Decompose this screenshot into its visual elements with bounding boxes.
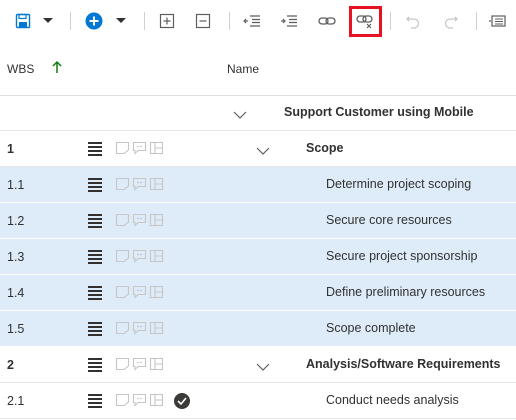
- row-indicators: [115, 141, 164, 160]
- notes-icon[interactable]: [115, 357, 130, 376]
- task-name[interactable]: Support Customer using Mobile: [284, 105, 474, 119]
- comments-icon[interactable]: [132, 177, 147, 196]
- row-menu-icon[interactable]: [88, 286, 102, 300]
- comments-icon[interactable]: [132, 249, 147, 268]
- comments-icon[interactable]: [132, 213, 147, 232]
- table-row[interactable]: 1.4 Define preliminary resources: [0, 275, 516, 311]
- row-indicators: [115, 393, 164, 412]
- toolbar-separator: [70, 12, 71, 30]
- row-indicators: [115, 357, 164, 376]
- toolbar-separator: [476, 12, 477, 30]
- board-icon[interactable]: [149, 285, 164, 304]
- comments-icon[interactable]: [132, 357, 147, 376]
- notes-icon[interactable]: [115, 321, 130, 340]
- task-name[interactable]: Scope complete: [326, 321, 416, 335]
- comments-icon[interactable]: [132, 393, 147, 412]
- notes-icon[interactable]: [115, 177, 130, 196]
- task-name[interactable]: Scope: [306, 141, 344, 155]
- task-name[interactable]: Define preliminary resources: [326, 285, 485, 299]
- task-name[interactable]: Conduct needs analysis: [326, 393, 459, 407]
- wbs-cell: 1.4: [7, 286, 25, 300]
- row-menu-icon[interactable]: [88, 358, 102, 372]
- grid-header: WBS Name: [0, 42, 516, 96]
- toolbar-separator: [390, 12, 391, 30]
- grid-options-icon[interactable]: [484, 8, 510, 34]
- chevron-down-icon[interactable]: [233, 107, 247, 125]
- expand-icon[interactable]: [154, 8, 180, 34]
- notes-icon[interactable]: [115, 393, 130, 412]
- row-indicators: [115, 321, 164, 340]
- add-task-icon[interactable]: [81, 8, 107, 34]
- table-row[interactable]: 1.5 Scope complete: [0, 311, 516, 347]
- sort-ascending-icon[interactable]: [52, 60, 62, 79]
- link-tasks-icon[interactable]: [314, 8, 340, 34]
- table-row[interactable]: 2.1 Conduct needs analysis: [0, 383, 516, 419]
- row-indicators: [115, 213, 164, 232]
- row-menu-icon[interactable]: [88, 322, 102, 336]
- row-menu-icon[interactable]: [88, 250, 102, 264]
- wbs-cell: 1.1: [7, 178, 25, 192]
- task-name[interactable]: Determine project scoping: [326, 177, 471, 191]
- table-row[interactable]: 1.1 Determine project scoping: [0, 167, 516, 203]
- row-menu-icon[interactable]: [88, 394, 102, 408]
- wbs-column-header[interactable]: WBS: [7, 62, 34, 76]
- board-icon[interactable]: [149, 213, 164, 232]
- comments-icon[interactable]: [132, 285, 147, 304]
- comments-icon[interactable]: [132, 141, 147, 160]
- wbs-cell: 2: [7, 358, 14, 372]
- row-indicators: [115, 249, 164, 268]
- row-indicators: [115, 285, 164, 304]
- board-icon[interactable]: [149, 357, 164, 376]
- redo-icon[interactable]: [438, 8, 464, 34]
- table-row[interactable]: 1 Scope: [0, 131, 516, 167]
- save-dropdown-icon[interactable]: [38, 8, 58, 34]
- table-row[interactable]: Support Customer using Mobile: [0, 95, 516, 131]
- highlight-box: [349, 6, 382, 37]
- completed-check-icon[interactable]: [174, 393, 190, 409]
- row-menu-icon[interactable]: [88, 142, 102, 156]
- notes-icon[interactable]: [115, 249, 130, 268]
- collapse-icon[interactable]: [190, 8, 216, 34]
- board-icon[interactable]: [149, 321, 164, 340]
- notes-icon[interactable]: [115, 213, 130, 232]
- table-row[interactable]: 1.2 Secure core resources: [0, 203, 516, 239]
- wbs-cell: 1.3: [7, 250, 25, 264]
- chevron-down-icon[interactable]: [256, 143, 270, 161]
- wbs-cell: 1.5: [7, 322, 25, 336]
- toolbar: [0, 0, 516, 43]
- task-name[interactable]: Secure project sponsorship: [326, 249, 477, 263]
- wbs-cell: 1: [7, 142, 14, 156]
- task-name[interactable]: Analysis/Software Requirements: [306, 357, 501, 371]
- toolbar-separator: [144, 12, 145, 30]
- table-row[interactable]: 1.3 Secure project sponsorship: [0, 239, 516, 275]
- name-column-header[interactable]: Name: [227, 62, 259, 76]
- board-icon[interactable]: [149, 249, 164, 268]
- row-menu-icon[interactable]: [88, 178, 102, 192]
- board-icon[interactable]: [149, 177, 164, 196]
- table-row[interactable]: 2 Analysis/Software Requirements: [0, 347, 516, 383]
- row-menu-icon[interactable]: [88, 214, 102, 228]
- board-icon[interactable]: [149, 141, 164, 160]
- indent-icon[interactable]: [276, 8, 302, 34]
- row-indicators: [115, 177, 164, 196]
- add-dropdown-icon[interactable]: [111, 8, 131, 34]
- notes-icon[interactable]: [115, 141, 130, 160]
- chevron-down-icon[interactable]: [256, 359, 270, 377]
- wbs-cell: 1.2: [7, 214, 25, 228]
- toolbar-separator: [229, 12, 230, 30]
- task-name[interactable]: Secure core resources: [326, 213, 452, 227]
- wbs-cell: 2.1: [7, 394, 25, 408]
- notes-icon[interactable]: [115, 285, 130, 304]
- comments-icon[interactable]: [132, 321, 147, 340]
- save-icon[interactable]: [10, 8, 36, 34]
- outdent-icon[interactable]: [239, 8, 265, 34]
- board-icon[interactable]: [149, 393, 164, 412]
- undo-icon[interactable]: [400, 8, 426, 34]
